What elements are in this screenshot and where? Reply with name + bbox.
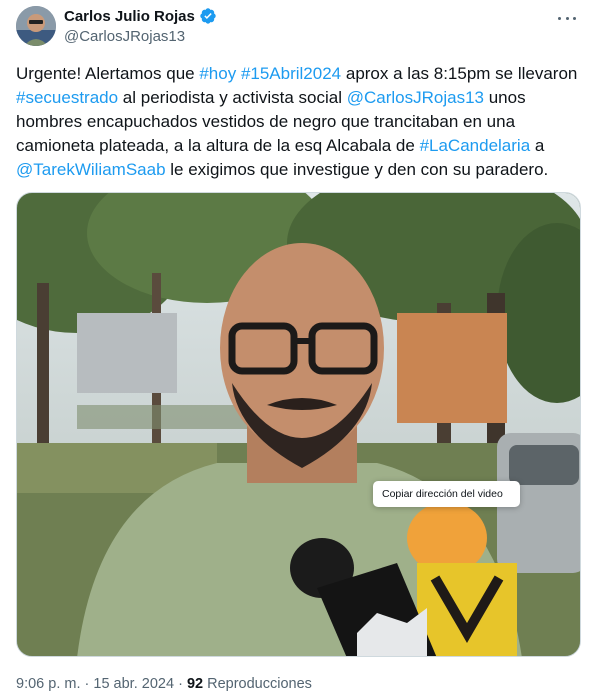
mention-link[interactable]: @TarekWiliamSaab — [16, 160, 166, 179]
tweet-text-segment: al periodista y activista social — [118, 88, 347, 107]
tweet-text-segment: aprox a las 8:15pm se llevaron — [341, 64, 578, 83]
author-handle[interactable]: @CarlosJRojas13 — [64, 28, 217, 45]
tweet-date[interactable]: 15 abr. 2024 — [93, 676, 174, 692]
verified-badge-icon[interactable] — [199, 7, 217, 25]
hashtag-link[interactable]: #secuestrado — [16, 88, 118, 107]
author-block: Carlos Julio Rojas @CarlosJRojas13 — [64, 6, 217, 45]
more-options-icon[interactable] — [555, 8, 579, 28]
tweet-text-segment: a — [530, 136, 545, 155]
views-label: Reproducciones — [207, 676, 312, 692]
meta-separator: · — [178, 676, 183, 692]
hashtag-link[interactable]: #hoy — [199, 64, 236, 83]
mention-link[interactable]: @CarlosJRojas13 — [347, 88, 484, 107]
author-display-name[interactable]: Carlos Julio Rojas — [64, 8, 195, 25]
hashtag-link[interactable]: #15Abril2024 — [241, 64, 341, 83]
hashtag-link[interactable]: #LaCandelaria — [420, 136, 531, 155]
tweet-video[interactable]: Copiar dirección del video — [16, 192, 581, 657]
tweet-text: Urgente! Alertamos que #hoy #15Abril2024… — [16, 62, 584, 182]
tweet-text-segment: le exigimos que investigue y den con su … — [165, 160, 549, 179]
meta-separator: · — [84, 676, 90, 692]
video-frame[interactable] — [17, 193, 581, 657]
copy-video-address-menu-item[interactable]: Copiar dirección del video — [373, 481, 520, 507]
tweet-meta: 9:06 p. m. · 15 abr. 2024 · 92 Reproducc… — [16, 676, 312, 692]
views-count: 92 — [186, 676, 204, 692]
author-avatar[interactable] — [16, 6, 56, 46]
tweet-time[interactable]: 9:06 p. m. — [16, 676, 80, 692]
tweet-text-segment: Urgente! Alertamos que — [16, 64, 200, 83]
